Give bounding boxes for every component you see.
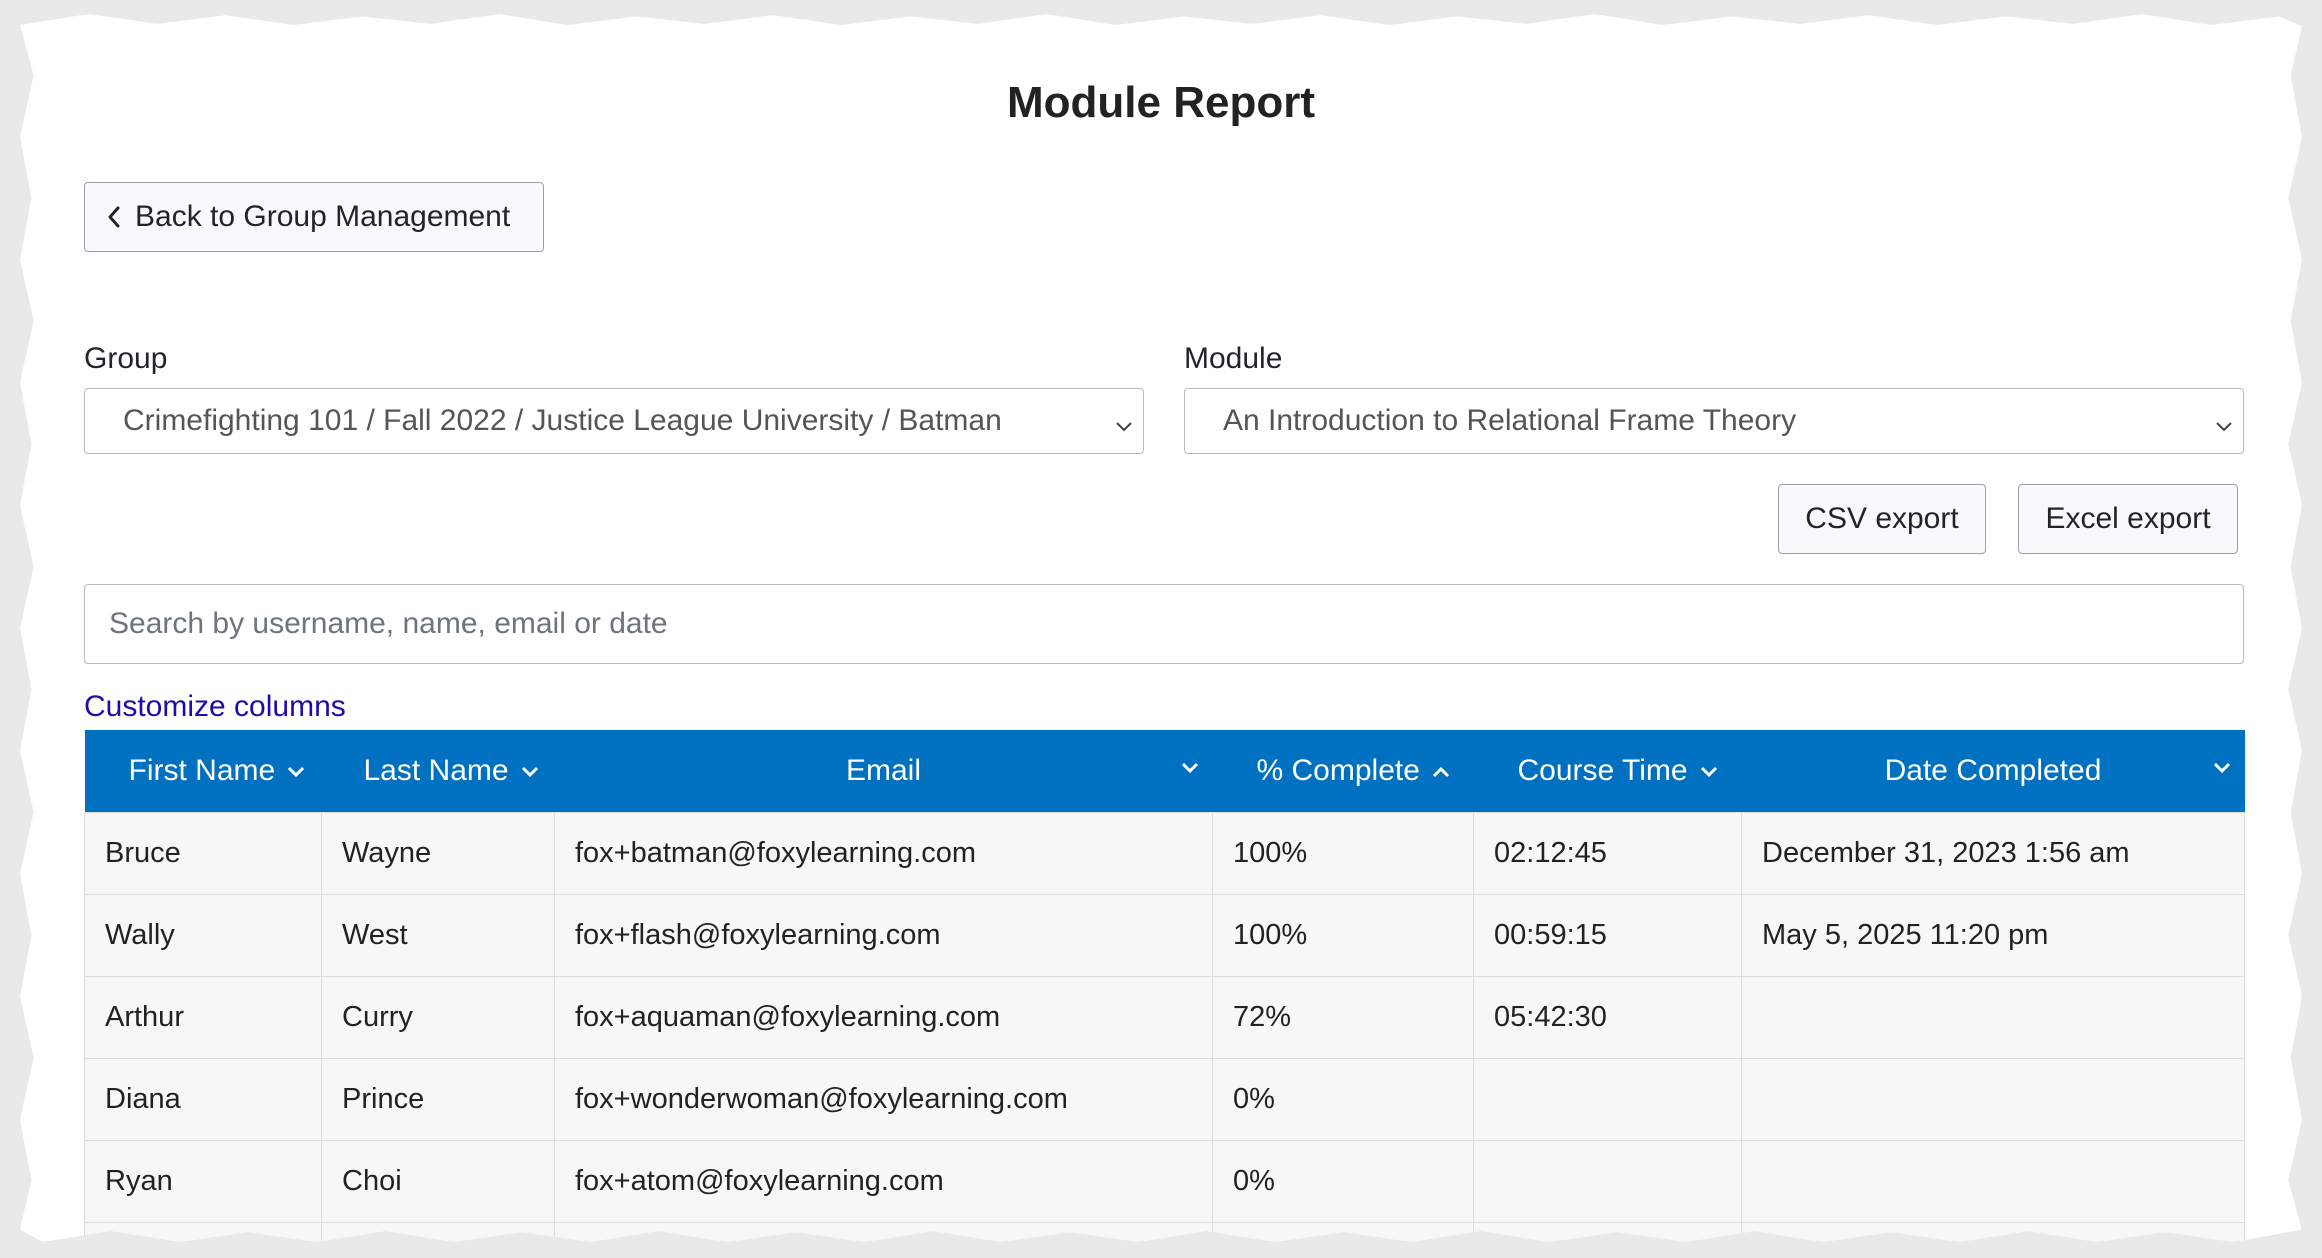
- table-row[interactable]: Ryan Choi fox+atom@foxylearning.com 0%: [84, 1140, 2245, 1223]
- cell-course-time: [1473, 1140, 1742, 1223]
- back-to-group-management-button[interactable]: Back to Group Management: [84, 182, 544, 252]
- cell-percent-complete: 72%: [1212, 976, 1474, 1059]
- table-row[interactable]: Bruce Wayne fox+batman@foxylearning.com …: [84, 812, 2245, 895]
- chevron-left-icon: [107, 206, 121, 228]
- sort-desc-icon: [2213, 762, 2231, 774]
- column-header-course-time[interactable]: Course Time: [1473, 730, 1742, 813]
- cell-course-time: 02:12:45: [1473, 812, 1742, 895]
- cell-course-time: 00:59:15: [1473, 894, 1742, 977]
- table-row[interactable]: Arthur Curry fox+aquaman@foxylearning.co…: [84, 976, 2245, 1059]
- column-label: Last Name: [363, 754, 509, 787]
- column-label: Date Completed: [1884, 754, 2102, 787]
- cell-first-name: Diana: [84, 1058, 322, 1141]
- cell-last-name: Prince: [321, 1058, 555, 1141]
- column-header-email[interactable]: Email: [554, 730, 1213, 813]
- module-select-value: An Introduction to Relational Frame Theo…: [1223, 404, 1797, 437]
- column-header-first-name[interactable]: First Name: [84, 730, 322, 813]
- cell-first-name: Arthur: [84, 976, 322, 1059]
- module-select[interactable]: An Introduction to Relational Frame Theo…: [1184, 388, 2244, 454]
- cell-percent-complete: [1212, 1222, 1474, 1242]
- search-input[interactable]: [84, 584, 2244, 664]
- cell-first-name: Bruce: [84, 812, 322, 895]
- cell-email: fox+atom@foxylearning.com: [554, 1140, 1213, 1223]
- cell-last-name: Wayne: [321, 812, 555, 895]
- customize-columns-link[interactable]: Customize columns: [84, 690, 346, 724]
- cell-percent-complete: 100%: [1212, 894, 1474, 977]
- cell-date-completed: [1741, 976, 2245, 1059]
- cell-course-time: [1473, 1222, 1742, 1242]
- cell-email: fox+batman@foxylearning.com: [554, 812, 1213, 895]
- column-label: First Name: [128, 754, 276, 787]
- cell-date-completed: [1741, 1140, 2245, 1223]
- column-label: Email: [845, 754, 921, 787]
- module-label: Module: [1184, 342, 1283, 375]
- cell-last-name: West: [321, 894, 555, 977]
- table-row[interactable]: Diana Prince fox+wonderwoman@foxylearnin…: [84, 1058, 2245, 1141]
- cell-date-completed: [1741, 1058, 2245, 1141]
- cell-percent-complete: 0%: [1212, 1140, 1474, 1223]
- cell-first-name: Ryan: [84, 1140, 322, 1223]
- cell-email: [554, 1222, 1213, 1242]
- cell-date-completed: December 31, 2023 1:56 am: [1741, 812, 2245, 895]
- sort-desc-icon: [287, 766, 305, 778]
- cell-date-completed: [1741, 1222, 2245, 1242]
- column-header-last-name[interactable]: Last Name: [321, 730, 555, 813]
- column-header-percent-complete[interactable]: % Complete: [1212, 730, 1474, 813]
- group-select[interactable]: Crimefighting 101 / Fall 2022 / Justice …: [84, 388, 1144, 454]
- csv-export-button[interactable]: CSV export: [1778, 484, 1986, 554]
- page-title: Module Report: [1007, 78, 1315, 127]
- report-page: Module Report Back to Group Management G…: [20, 14, 2302, 1242]
- cell-email: fox+flash@foxylearning.com: [554, 894, 1213, 977]
- cell-first-name: [84, 1222, 322, 1242]
- column-header-date-completed[interactable]: Date Completed: [1741, 730, 2245, 813]
- cell-percent-complete: 100%: [1212, 812, 1474, 895]
- chevron-down-icon: [2215, 411, 2233, 445]
- sort-asc-icon: [1432, 766, 1450, 778]
- cell-course-time: 05:42:30: [1473, 976, 1742, 1059]
- table-header-row: First Name Last Name Email % Complete Co…: [84, 730, 2245, 813]
- excel-export-button[interactable]: Excel export: [2018, 484, 2238, 554]
- cell-last-name: Choi: [321, 1140, 555, 1223]
- back-button-label: Back to Group Management: [135, 200, 511, 233]
- cell-course-time: [1473, 1058, 1742, 1141]
- cell-last-name: [321, 1222, 555, 1242]
- cell-last-name: Curry: [321, 976, 555, 1059]
- cell-percent-complete: 0%: [1212, 1058, 1474, 1141]
- sort-desc-icon: [521, 766, 539, 778]
- cell-email: fox+wonderwoman@foxylearning.com: [554, 1058, 1213, 1141]
- report-table: First Name Last Name Email % Complete Co…: [84, 730, 2245, 1242]
- chevron-down-icon: [1115, 411, 1133, 445]
- column-label: Course Time: [1517, 754, 1688, 787]
- group-label: Group: [84, 342, 168, 375]
- cell-first-name: Wally: [84, 894, 322, 977]
- column-label: % Complete: [1256, 754, 1420, 787]
- group-select-value: Crimefighting 101 / Fall 2022 / Justice …: [123, 404, 1002, 437]
- sort-desc-icon: [1700, 766, 1718, 778]
- cell-date-completed: May 5, 2025 11:20 pm: [1741, 894, 2245, 977]
- cell-email: fox+aquaman@foxylearning.com: [554, 976, 1213, 1059]
- sort-desc-icon: [1181, 762, 1199, 774]
- table-row[interactable]: Wally West fox+flash@foxylearning.com 10…: [84, 894, 2245, 977]
- table-row[interactable]: [84, 1222, 2245, 1242]
